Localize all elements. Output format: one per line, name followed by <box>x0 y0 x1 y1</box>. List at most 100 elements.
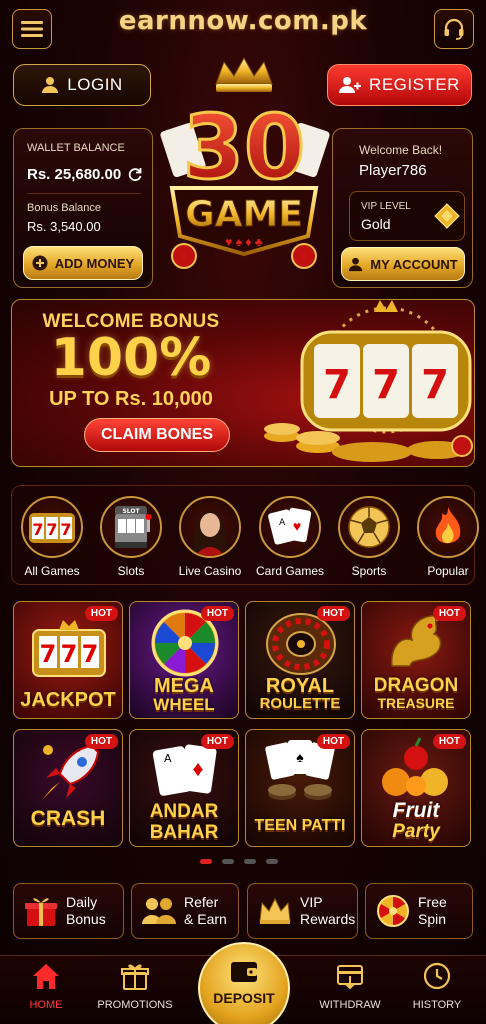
svg-text:7: 7 <box>421 362 449 408</box>
hot-badge: HOT <box>432 734 466 749</box>
wallet-balance-value: Rs. 25,680.00 <box>27 166 122 183</box>
hamburger-icon <box>21 21 43 37</box>
claim-bonus-button[interactable]: CLAIM BONES <box>84 418 230 452</box>
vip-level-label: VIP LEVEL <box>361 201 411 212</box>
svg-text:♠: ♠ <box>296 749 304 765</box>
svg-text:7: 7 <box>32 520 43 539</box>
svg-text:♦: ♦ <box>192 756 203 781</box>
svg-text:SLOT: SLOT <box>122 508 140 515</box>
game-tile-dragon-treasure[interactable]: HOT DRAGON TREASURE <box>361 601 471 719</box>
game-title: ANDAR <box>149 801 219 822</box>
login-button[interactable]: LOGIN <box>13 64 151 106</box>
rocket-icon <box>42 744 100 800</box>
quick-action-line2: Spin <box>418 911 447 927</box>
crown-icon <box>259 897 291 924</box>
category-slots[interactable]: SLOT Slots <box>92 496 170 578</box>
site-title: earnnow.com.pk <box>118 6 368 36</box>
svg-text:♥ ♠ ♦ ♣: ♥ ♠ ♦ ♣ <box>225 235 263 249</box>
svg-text:7: 7 <box>372 362 400 408</box>
nav-history[interactable]: HISTORY <box>392 962 482 1011</box>
category-label: Sports <box>351 564 387 578</box>
category-popular[interactable]: Popular <box>409 496 486 578</box>
game-tile-teen-patti[interactable]: ♠ HOT TEEN PATTI <box>245 729 355 847</box>
nav-label: HOME <box>29 999 63 1011</box>
nav-label: HISTORY <box>412 999 462 1011</box>
category-label: Popular <box>427 564 469 578</box>
gift-icon <box>121 964 149 990</box>
game-subtitle: TREASURE <box>377 695 455 711</box>
svg-text:7: 7 <box>46 520 57 539</box>
carousel-dot[interactable] <box>266 859 278 864</box>
category-label: Live Casino <box>178 564 242 578</box>
soccer-ball-icon <box>348 506 390 548</box>
game-title: Fruit <box>392 799 440 822</box>
banner-percent: 100% <box>50 328 212 388</box>
category-all-games[interactable]: 7 7 7 All Games <box>13 496 91 578</box>
vip-level-value: Gold <box>361 216 391 232</box>
login-label: LOGIN <box>67 75 123 94</box>
nav-withdraw[interactable]: WITHDRAW <box>305 962 395 1011</box>
game-subtitle: BAHAR <box>149 822 219 843</box>
welcome-text: Welcome Back! <box>359 143 443 157</box>
game-tile-royal-roulette[interactable]: HOT ROYAL ROULETTE <box>245 601 355 719</box>
slot-machine-illustration: 7 7 7 <box>264 300 473 462</box>
game-subtitle: WHEEL <box>153 695 215 714</box>
user-icon <box>42 77 59 93</box>
nav-deposit[interactable]: DEPOSIT <box>198 942 290 1024</box>
register-button[interactable]: REGISTER <box>327 64 472 106</box>
quick-action-line2: Bonus <box>66 911 106 927</box>
my-account-button[interactable]: MY ACCOUNT <box>341 247 465 281</box>
carousel-dot[interactable] <box>222 859 234 864</box>
game-tile-andar-bahar[interactable]: A ♦ HOT ANDAR BAHAR <box>129 729 239 847</box>
quick-action-line1: Free <box>418 894 447 911</box>
svg-text:7: 7 <box>60 520 71 539</box>
category-card-games[interactable]: ♥ A Card Games <box>251 496 329 578</box>
menu-button[interactable] <box>12 9 52 49</box>
welcome-bonus-banner[interactable]: WELCOME BONUS 100% UP TO Rs. 10,000 CLAI… <box>11 299 475 467</box>
diamond-icon <box>434 203 460 229</box>
carousel-dot[interactable] <box>200 859 212 864</box>
logo-number: 30 <box>183 96 305 199</box>
game-tile-mega-wheel[interactable]: HOT MEGA WHEEL <box>129 601 239 719</box>
vip-level-box: VIP LEVEL Gold <box>349 191 465 241</box>
dealer-avatar-icon <box>193 510 227 556</box>
carousel-dot[interactable] <box>244 859 256 864</box>
hot-badge: HOT <box>200 734 234 749</box>
wallet-icon <box>231 962 257 982</box>
user-add-icon <box>339 77 362 93</box>
svg-text:7: 7 <box>82 640 99 668</box>
daily-bonus-button[interactable]: Daily Bonus <box>13 883 124 939</box>
category-sports[interactable]: Sports <box>330 496 408 578</box>
slot-777-icon: 7 7 7 <box>29 513 75 543</box>
spin-wheel-icon <box>377 895 409 927</box>
category-live-casino[interactable]: Live Casino <box>171 496 249 578</box>
quick-action-line1: Refer <box>184 894 219 911</box>
game-logo: 30 GAME ♥ ♠ ♦ ♣ <box>158 56 330 280</box>
refresh-icon[interactable] <box>127 166 143 187</box>
account-card: Welcome Back! Player786 VIP LEVEL Gold M… <box>332 128 473 288</box>
game-title: JACKPOT <box>20 689 116 711</box>
add-money-button[interactable]: ADD MONEY <box>23 246 143 280</box>
game-title: DRAGON <box>373 675 459 696</box>
refer-earn-button[interactable]: Refer & Earn <box>131 883 239 939</box>
carousel-dots <box>200 859 278 864</box>
nav-label: PROMOTIONS <box>97 999 173 1011</box>
my-account-label: MY ACCOUNT <box>370 256 458 272</box>
game-tile-jackpot[interactable]: 7 7 7 HOT JACKPOT <box>13 601 123 719</box>
hot-badge: HOT <box>432 606 466 621</box>
free-spin-button[interactable]: Free Spin <box>365 883 473 939</box>
svg-text:7: 7 <box>61 640 78 668</box>
jackpot-slot-icon: 7 7 7 <box>32 620 106 677</box>
game-tile-crash[interactable]: HOT CRASH <box>13 729 123 847</box>
nav-home[interactable]: HOME <box>1 962 91 1011</box>
logo-word: GAME <box>185 194 303 235</box>
vip-rewards-button[interactable]: VIP Rewards <box>247 883 358 939</box>
nav-promotions[interactable]: PROMOTIONS <box>90 962 180 1011</box>
hot-badge: HOT <box>200 606 234 621</box>
game-title: MEGA <box>154 675 214 697</box>
quick-action-line1: VIP <box>300 894 323 911</box>
support-button[interactable] <box>434 9 474 49</box>
game-title: ROYAL <box>265 675 335 697</box>
home-icon <box>33 964 59 989</box>
game-tile-fruit-party[interactable]: HOT Fruit Party <box>361 729 471 847</box>
